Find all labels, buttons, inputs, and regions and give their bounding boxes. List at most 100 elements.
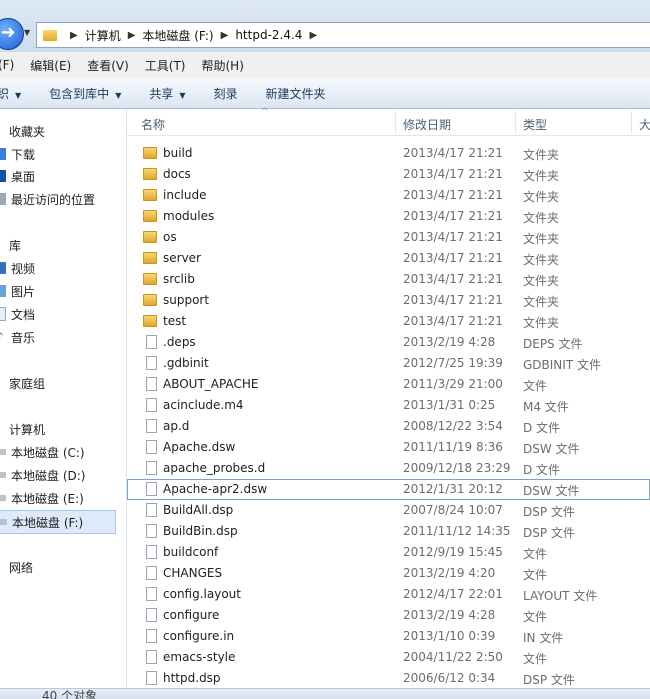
file-name: acinclude.m4 — [163, 398, 244, 412]
nav-drive-e[interactable]: 本地磁盘 (E:) — [0, 487, 84, 509]
nav-computer[interactable]: 计算机 — [0, 418, 45, 440]
file-row[interactable]: build 2013/4/17 21:21 文件夹 — [127, 143, 650, 164]
share-button[interactable]: 共享 ▼ — [149, 85, 185, 102]
homegroup-icon — [0, 377, 4, 389]
back-button[interactable]: ➜ — [0, 18, 24, 50]
file-name: .deps — [163, 335, 196, 349]
file-date: 2013/2/19 4:28 — [403, 608, 496, 622]
file-row[interactable]: BuildAll.dsp 2007/8/24 10:07 DSP 文件 — [127, 500, 650, 521]
file-row[interactable]: httpd.dsp 2006/6/12 0:34 DSP 文件 — [127, 668, 650, 689]
history-dropdown-icon[interactable]: ▼ — [24, 28, 34, 38]
desktop-icon — [0, 170, 6, 182]
folder-icon — [143, 315, 157, 327]
file-row[interactable]: modules 2013/4/17 21:21 文件夹 — [127, 206, 650, 227]
menu-help[interactable]: 帮助(H) — [202, 57, 244, 74]
breadcrumb-drive-f[interactable]: 本地磁盘 (F:) — [142, 27, 213, 44]
nav-videos[interactable]: 视频 — [0, 257, 35, 279]
file-date: 2012/4/17 22:01 — [403, 587, 503, 601]
file-row[interactable]: Apache.dsw 2011/11/19 8:36 DSW 文件 — [127, 437, 650, 458]
file-row[interactable]: apache_probes.d 2009/12/18 23:29 D 文件 — [127, 458, 650, 479]
navigation-pane[interactable]: 收藏夹 下载 桌面 最近访问的位置 库 视频 图片 文档 ♪音乐 家庭组 计算机… — [0, 109, 127, 689]
column-divider[interactable] — [395, 111, 396, 133]
file-row[interactable]: emacs-style 2004/11/22 2:50 文件 — [127, 647, 650, 668]
status-bar: 40 个对象 — [0, 688, 650, 699]
file-row[interactable]: configure.in 2013/1/10 0:39 IN 文件 — [127, 626, 650, 647]
file-row[interactable]: os 2013/4/17 21:21 文件夹 — [127, 227, 650, 248]
nav-download[interactable]: 下载 — [0, 143, 35, 165]
nav-network[interactable]: 网络 — [0, 556, 33, 578]
file-icon — [146, 419, 157, 433]
column-divider[interactable] — [515, 111, 516, 133]
file-row[interactable]: buildconf 2012/9/19 15:45 文件 — [127, 542, 650, 563]
menu-view[interactable]: 查看(V) — [87, 57, 129, 74]
file-date: 2013/2/19 4:28 — [403, 335, 496, 349]
nav-drive-c[interactable]: 本地磁盘 (C:) — [0, 441, 85, 463]
address-input[interactable]: ▶ 计算机 ▶ 本地磁盘 (F:) ▶ httpd-2.4.4 ▶ — [36, 22, 650, 48]
column-type[interactable]: 类型 — [523, 116, 547, 133]
file-row[interactable]: docs 2013/4/17 21:21 文件夹 — [127, 164, 650, 185]
burn-button[interactable]: 刻录 — [214, 85, 238, 102]
file-row[interactable]: ap.d 2008/12/22 3:54 D 文件 — [127, 416, 650, 437]
include-library-button[interactable]: 包含到库中 ▼ — [49, 85, 121, 102]
column-size[interactable]: 大 — [639, 116, 650, 133]
nav-homegroup[interactable]: 家庭组 — [0, 372, 45, 394]
file-type: 文件夹 — [523, 169, 560, 183]
nav-favorites[interactable]: 收藏夹 — [0, 120, 45, 142]
file-row[interactable]: ABOUT_APACHE 2011/3/29 21:00 文件 — [127, 374, 650, 395]
file-row[interactable]: CHANGES 2013/2/19 4:20 文件 — [127, 563, 650, 584]
new-folder-button[interactable]: 新建文件夹 — [266, 85, 326, 102]
file-row[interactable]: BuildBin.dsp 2011/11/12 14:35 DSP 文件 — [127, 521, 650, 542]
file-name: Apache-apr2.dsw — [163, 482, 268, 496]
file-row[interactable]: config.layout 2012/4/17 22:01 LAYOUT 文件 — [127, 584, 650, 605]
nav-desktop[interactable]: 桌面 — [0, 165, 35, 187]
file-row[interactable]: Apache-apr2.dsw 2012/1/31 20:12 DSW 文件 — [127, 479, 650, 500]
nav-libraries[interactable]: 库 — [0, 234, 21, 256]
folder-icon — [143, 252, 157, 264]
menu-edit[interactable]: 编辑(E) — [30, 57, 71, 74]
nav-music[interactable]: ♪音乐 — [0, 326, 35, 348]
menu-tools[interactable]: 工具(T) — [145, 57, 186, 74]
nav-recent[interactable]: 最近访问的位置 — [0, 188, 95, 210]
file-date: 2007/8/24 10:07 — [403, 503, 503, 517]
column-header: 名称 ^ 修改日期 类型 大 — [127, 107, 650, 136]
file-icon — [146, 482, 157, 496]
column-divider[interactable] — [631, 111, 632, 133]
chevron-right-icon[interactable]: ▶ — [221, 30, 229, 41]
file-row[interactable]: .deps 2013/2/19 4:28 DEPS 文件 — [127, 332, 650, 353]
file-row[interactable]: include 2013/4/17 21:21 文件夹 — [127, 185, 650, 206]
menu-bar: (F) 编辑(E) 查看(V) 工具(T) 帮助(H) — [0, 52, 650, 79]
file-row[interactable]: srclib 2013/4/17 21:21 文件夹 — [127, 269, 650, 290]
chevron-right-icon[interactable]: ▶ — [309, 30, 317, 41]
file-type: 文件 — [523, 652, 548, 666]
nav-documents[interactable]: 文档 — [0, 303, 35, 325]
file-date: 2013/4/17 21:21 — [403, 272, 503, 286]
sort-ascending-icon: ^ — [261, 107, 269, 117]
file-type: DEPS 文件 — [523, 337, 583, 351]
file-type: GDBINIT 文件 — [523, 358, 601, 372]
file-row[interactable]: server 2013/4/17 21:21 文件夹 — [127, 248, 650, 269]
breadcrumb-computer[interactable]: 计算机 — [85, 27, 121, 44]
caret-down-icon: ▼ — [115, 90, 122, 100]
breadcrumb-httpd[interactable]: httpd-2.4.4 — [235, 28, 302, 42]
nav-drive-f[interactable]: 本地磁盘 (F:) — [0, 510, 116, 534]
file-row[interactable]: test 2013/4/17 21:21 文件夹 — [127, 311, 650, 332]
folder-icon — [143, 168, 157, 180]
file-row[interactable]: configure 2013/2/19 4:28 文件 — [127, 605, 650, 626]
nav-pictures[interactable]: 图片 — [0, 280, 35, 302]
chevron-right-icon[interactable]: ▶ — [70, 30, 78, 41]
nav-drive-d[interactable]: 本地磁盘 (D:) — [0, 464, 85, 486]
file-row[interactable]: .gdbinit 2012/7/25 19:39 GDBINIT 文件 — [127, 353, 650, 374]
file-list[interactable]: build 2013/4/17 21:21 文件夹 docs 2013/4/17 21:… — [127, 143, 650, 689]
column-modified[interactable]: 修改日期 — [403, 116, 451, 133]
file-date: 2011/3/29 21:00 — [403, 377, 503, 391]
file-row[interactable]: acinclude.m4 2013/1/31 0:25 M4 文件 — [127, 395, 650, 416]
file-name: test — [163, 314, 187, 328]
file-row[interactable]: support 2013/4/17 21:21 文件夹 — [127, 290, 650, 311]
menu-file[interactable]: (F) — [0, 58, 14, 72]
file-icon — [146, 461, 157, 475]
chevron-right-icon[interactable]: ▶ — [128, 30, 136, 41]
organize-button[interactable]: 织 ▼ — [0, 85, 21, 102]
file-name: BuildAll.dsp — [163, 503, 234, 517]
column-name[interactable]: 名称 — [141, 116, 165, 133]
file-date: 2009/12/18 23:29 — [403, 461, 511, 475]
